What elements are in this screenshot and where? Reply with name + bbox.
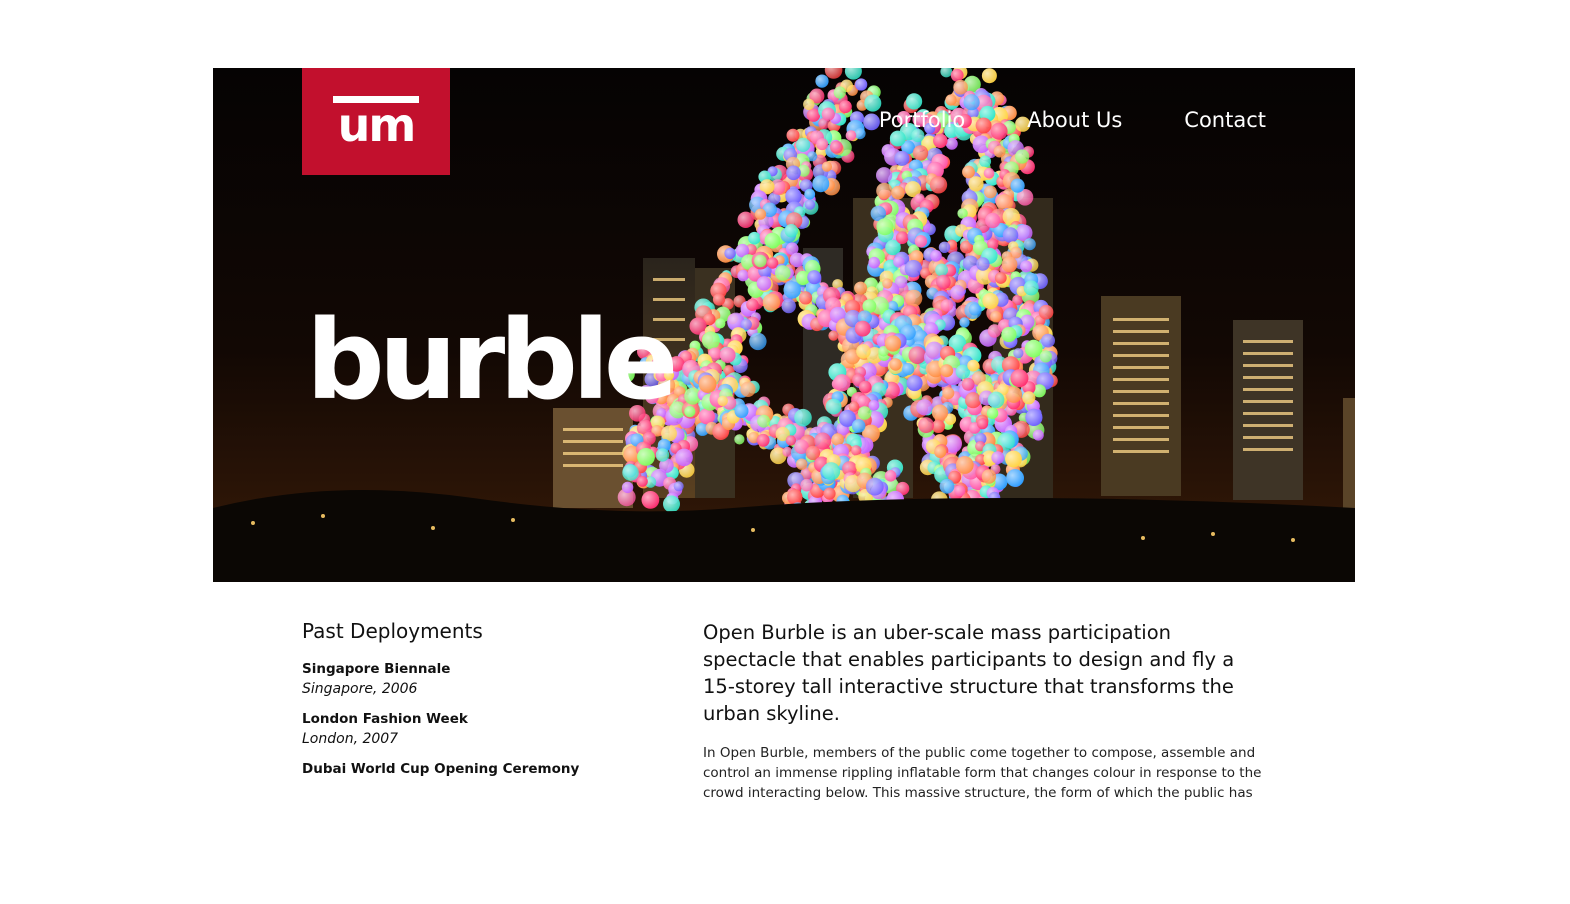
nav-contact[interactable]: Contact — [1184, 108, 1266, 132]
hero-title: burble — [306, 296, 678, 424]
project-description: Open Burble is an uber-scale mass partic… — [703, 619, 1263, 803]
body-paragraph: In Open Burble, members of the public co… — [703, 745, 1262, 801]
logo-text: um — [337, 97, 417, 152]
deployment-item: Singapore Biennale Singapore, 2006 — [302, 660, 662, 699]
deployment-item: Dubai World Cup Opening Ceremony — [302, 760, 662, 779]
deployment-name: Singapore Biennale — [302, 661, 451, 677]
deployment-name: London Fashion Week — [302, 711, 468, 727]
logo[interactable]: um — [302, 68, 450, 175]
main-nav: Portfolio About Us Contact — [879, 108, 1266, 132]
past-deployments: Past Deployments Singapore Biennale Sing… — [302, 619, 662, 790]
deployment-place: London, 2007 — [302, 731, 399, 747]
logo-mark: um — [333, 95, 419, 152]
deployment-item: London Fashion Week London, 2007 — [302, 710, 662, 749]
nav-about-us[interactable]: About Us — [1027, 108, 1122, 132]
lead-paragraph: Open Burble is an uber-scale mass partic… — [703, 621, 1235, 725]
deployment-place: Singapore, 2006 — [302, 681, 418, 697]
page: um Portfolio About Us Contact burble Pas… — [0, 0, 1570, 904]
nav-portfolio[interactable]: Portfolio — [879, 108, 965, 132]
deployment-name: Dubai World Cup Opening Ceremony — [302, 761, 580, 777]
hero-banner: um Portfolio About Us Contact burble — [213, 68, 1355, 582]
deployments-heading: Past Deployments — [302, 619, 483, 643]
